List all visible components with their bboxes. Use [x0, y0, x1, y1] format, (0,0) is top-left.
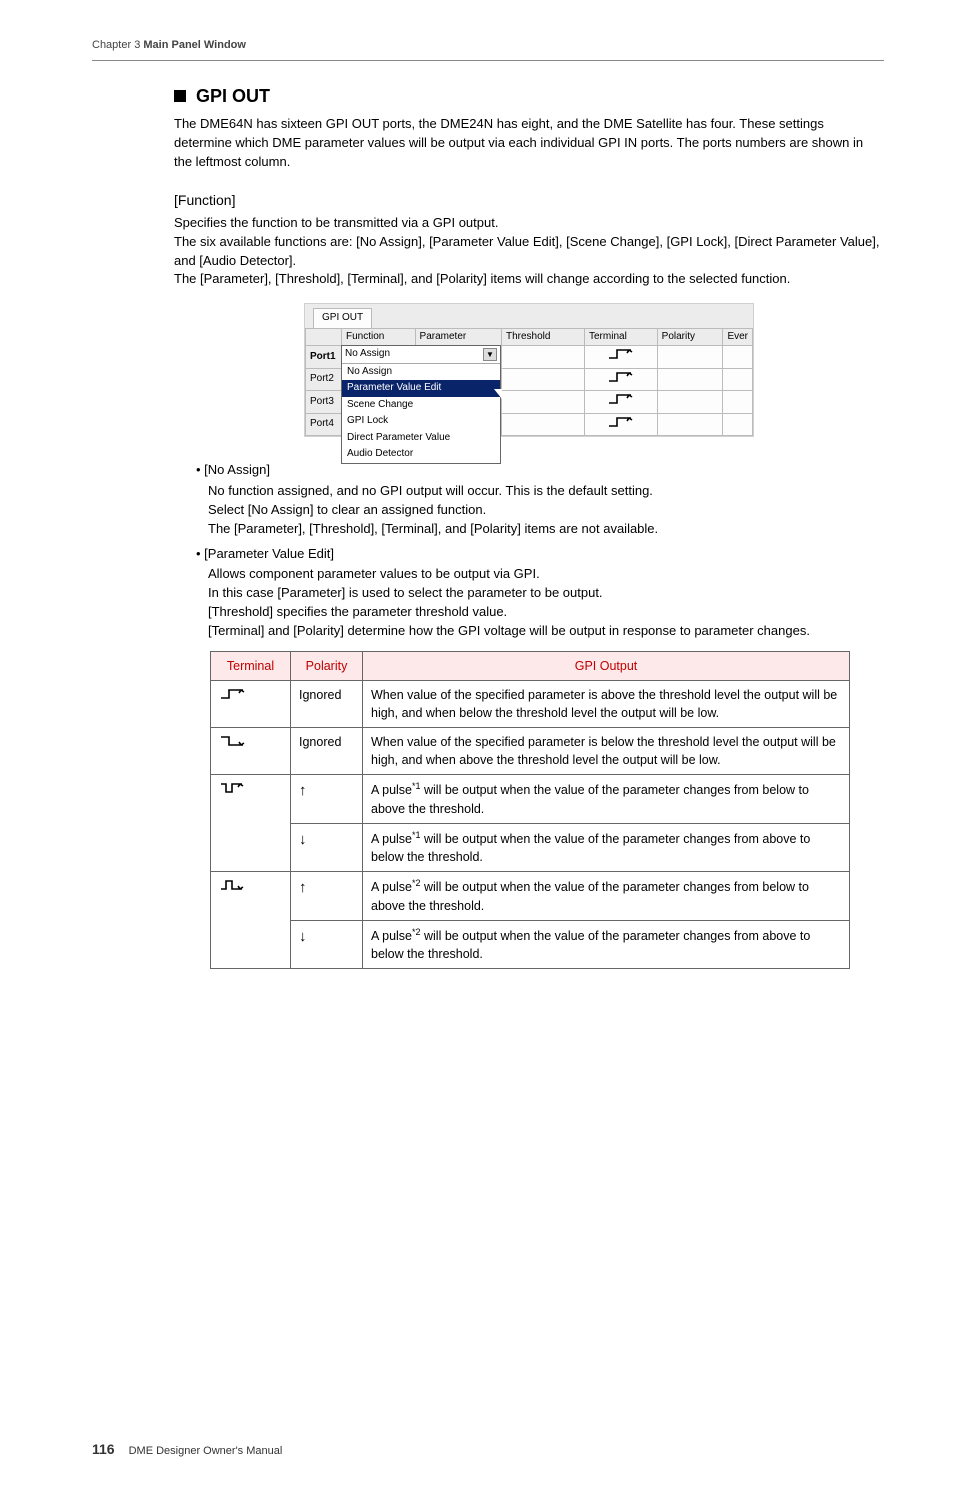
- gpi-table: Function Parameter Threshold Terminal Po…: [305, 328, 753, 437]
- col-terminal: Terminal: [585, 328, 658, 346]
- port1-function-cell[interactable]: No Assign ▼ No Assign Parameter Value Ed…: [342, 346, 416, 369]
- footer-text: DME Designer Owner's Manual: [129, 1444, 283, 1460]
- port2-label: Port2: [306, 368, 342, 391]
- polarity-cell: Ignored: [291, 728, 363, 775]
- terminal-pulse-up-icon: [211, 872, 291, 969]
- step-up-icon: [607, 347, 635, 361]
- dropdown-option[interactable]: GPI Lock: [342, 413, 500, 430]
- dropdown-selected: No Assign: [345, 347, 390, 362]
- square-bullet-icon: [174, 90, 186, 102]
- no-assign-l1: No function assigned, and no GPI output …: [208, 482, 884, 501]
- intro-paragraph: The DME64N has sixteen GPI OUT ports, th…: [174, 115, 884, 172]
- pve-l4: [Terminal] and [Polarity] determine how …: [208, 622, 884, 641]
- no-assign-l3: The [Parameter], [Threshold], [Terminal]…: [208, 520, 884, 539]
- function-line2: The six available functions are: [No Ass…: [174, 233, 884, 271]
- polarity-cell: Ignored: [291, 680, 363, 727]
- dropdown-option[interactable]: Direct Parameter Value: [342, 430, 500, 447]
- no-assign-l2: Select [No Assign] to clear an assigned …: [208, 501, 884, 520]
- pve-l1: Allows component parameter values to be …: [208, 565, 884, 584]
- gpi-output-table: Terminal Polarity GPI Output Ignored Whe…: [210, 651, 850, 969]
- chapter-prefix: Chapter 3: [92, 39, 143, 51]
- output-cell: A pulse*2 will be output when the value …: [363, 920, 850, 968]
- output-cell: A pulse*1 will be output when the value …: [363, 775, 850, 823]
- dropdown-option[interactable]: Scene Change: [342, 397, 500, 414]
- page-number: 116: [92, 1439, 115, 1459]
- th-terminal: Terminal: [211, 651, 291, 680]
- output-cell: When value of the specified parameter is…: [363, 728, 850, 775]
- col-function: Function: [342, 328, 416, 346]
- output-cell: A pulse*2 will be output when the value …: [363, 872, 850, 920]
- port4-label: Port4: [306, 413, 342, 436]
- step-up-icon: [607, 392, 635, 406]
- arrow-down-icon: ↓: [291, 823, 363, 871]
- chevron-down-icon[interactable]: ▼: [483, 348, 497, 361]
- step-up-icon: [607, 370, 635, 384]
- dropdown-option[interactable]: No Assign: [342, 364, 500, 381]
- terminal-rising-step-icon: [211, 680, 291, 727]
- th-polarity: Polarity: [291, 651, 363, 680]
- output-cell: A pulse*1 will be output when the value …: [363, 823, 850, 871]
- function-line3: The [Parameter], [Threshold], [Terminal]…: [174, 270, 884, 289]
- terminal-pulse-down-icon: [211, 775, 291, 872]
- port3-label: Port3: [306, 391, 342, 414]
- step-up-icon: [607, 415, 635, 429]
- page-footer: 116 DME Designer Owner's Manual: [92, 1439, 884, 1460]
- gpi-out-tab[interactable]: GPI OUT: [313, 308, 372, 328]
- gpi-out-screenshot: GPI OUT Function Parameter Threshold Ter…: [304, 303, 754, 437]
- pve-title: [Parameter Value Edit]: [196, 545, 884, 564]
- port1-label: Port1: [306, 346, 342, 369]
- th-output: GPI Output: [363, 651, 850, 680]
- dropdown-option[interactable]: Audio Detector: [342, 446, 500, 463]
- arrow-down-icon: ↓: [291, 920, 363, 968]
- running-header: Chapter 3 Main Panel Window: [92, 38, 884, 61]
- dropdown-option-highlighted[interactable]: Parameter Value Edit: [342, 380, 500, 397]
- function-dropdown[interactable]: No Assign ▼ No Assign Parameter Value Ed…: [341, 345, 501, 464]
- terminal-icon-cell: [585, 346, 658, 369]
- col-ever: Ever: [723, 328, 753, 346]
- section-heading: GPI OUT: [174, 83, 884, 109]
- arrow-up-icon: ↑: [291, 775, 363, 823]
- col-threshold: Threshold: [501, 328, 584, 346]
- heading-gpi-out: GPI OUT: [196, 83, 270, 109]
- terminal-falling-step-icon: [211, 728, 291, 775]
- col-polarity: Polarity: [657, 328, 723, 346]
- output-cell: When value of the specified parameter is…: [363, 680, 850, 727]
- pve-l2: In this case [Parameter] is used to sele…: [208, 584, 884, 603]
- pve-l3: [Threshold] specifies the parameter thre…: [208, 603, 884, 622]
- no-assign-title: [No Assign]: [196, 461, 884, 480]
- arrow-up-icon: ↑: [291, 872, 363, 920]
- chapter-title: Main Panel Window: [143, 39, 246, 51]
- function-line1: Specifies the function to be transmitted…: [174, 214, 884, 233]
- function-subhead: [Function]: [174, 190, 884, 210]
- col-parameter: Parameter: [415, 328, 501, 346]
